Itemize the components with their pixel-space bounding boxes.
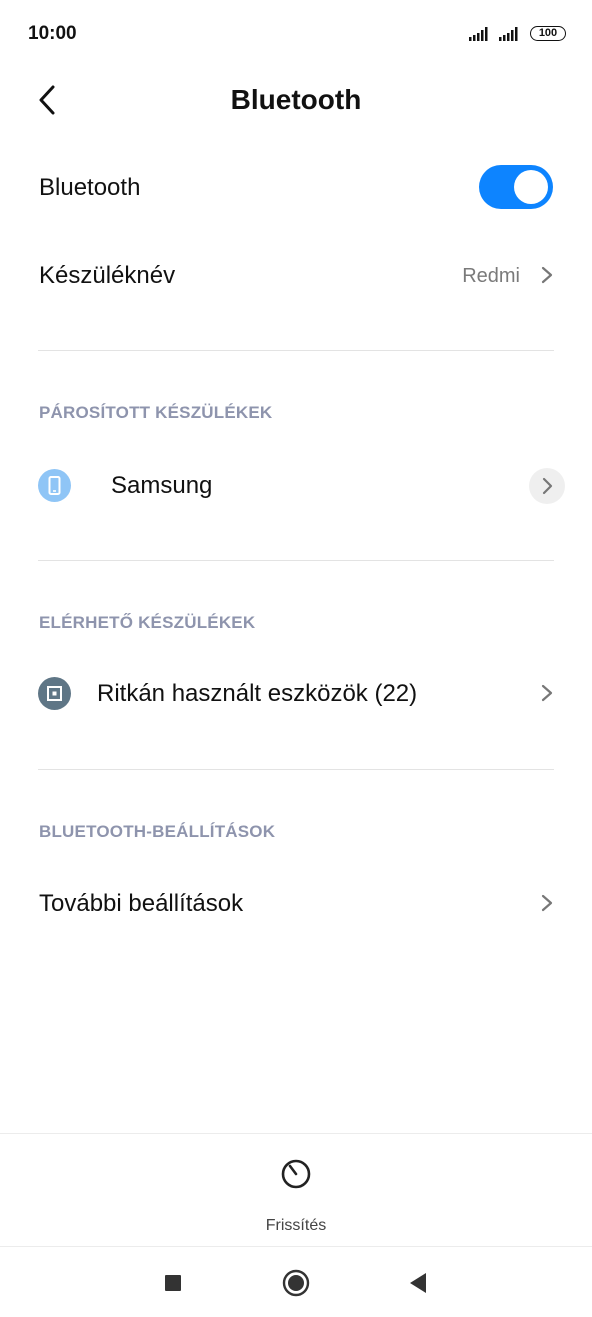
bottom-action-bar: Frissítés — [0, 1133, 592, 1246]
chevron-right-icon — [541, 684, 553, 702]
signal-strength-icon-2 — [499, 27, 518, 41]
device-details-button[interactable] — [529, 468, 565, 504]
bluetooth-toggle[interactable] — [479, 165, 553, 209]
refresh-button[interactable]: Frissítés — [246, 1154, 346, 1234]
bluetooth-settings-header: BLUETOOTH-BEÁLLÍTÁSOK — [39, 822, 276, 841]
battery-icon: 100 — [530, 26, 566, 41]
system-nav-bar — [0, 1246, 592, 1317]
device-group-icon — [38, 677, 71, 710]
refresh-label: Frissítés — [265, 1217, 327, 1234]
device-name-label: Készüléknév — [39, 262, 176, 289]
page-title: Bluetooth — [230, 84, 362, 115]
available-device-label: Ritkán használt eszközök (22) — [97, 680, 418, 707]
refresh-icon — [281, 1159, 311, 1189]
status-time: 10:00 — [28, 23, 77, 44]
home-icon[interactable] — [278, 1265, 314, 1301]
available-devices-header: ELÉRHETŐ KÉSZÜLÉKEK — [39, 613, 256, 632]
recent-apps-icon[interactable] — [155, 1265, 191, 1301]
signal-strength-icon — [469, 27, 488, 41]
chevron-right-icon — [541, 266, 553, 284]
phone-icon — [38, 469, 71, 502]
device-name-value: Redmi — [462, 265, 520, 287]
available-device-row[interactable]: Ritkán használt eszközök (22) — [0, 666, 592, 722]
header: Bluetooth — [0, 70, 592, 130]
more-settings-row[interactable]: További beállítások — [0, 876, 592, 932]
toggle-knob — [514, 170, 548, 204]
device-name-row[interactable]: Készüléknév Redmi — [0, 248, 592, 304]
bluetooth-label: Bluetooth — [39, 174, 141, 201]
bluetooth-toggle-row[interactable]: Bluetooth — [0, 160, 592, 216]
divider — [38, 350, 554, 351]
status-bar: 10:00 100 — [0, 0, 592, 70]
chevron-right-icon — [541, 894, 553, 912]
back-nav-icon[interactable] — [400, 1265, 436, 1301]
paired-device-name: Samsung — [111, 472, 213, 499]
more-settings-label: További beállítások — [39, 890, 244, 917]
paired-device-row[interactable]: Samsung — [0, 458, 592, 514]
divider — [38, 560, 554, 561]
paired-devices-header: PÁROSÍTOTT KÉSZÜLÉKEK — [39, 403, 273, 422]
divider — [38, 769, 554, 770]
chevron-right-icon — [542, 477, 553, 495]
